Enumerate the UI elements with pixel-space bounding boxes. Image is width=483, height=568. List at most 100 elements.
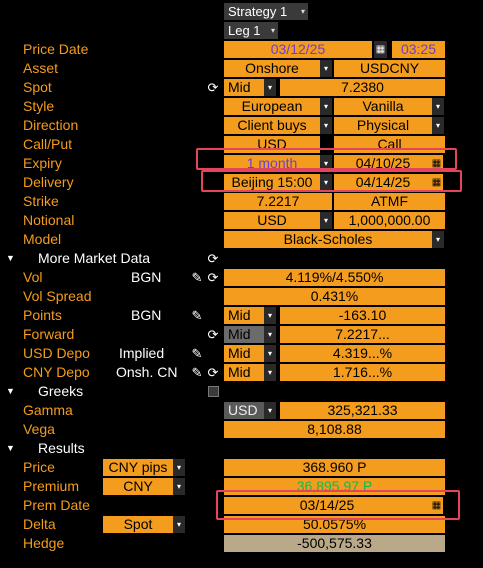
refresh-icon[interactable]: ⟳ — [206, 79, 220, 96]
cny-depo-value-field[interactable]: 1.716...% — [280, 364, 445, 381]
notional-label: Notional — [23, 212, 75, 228]
vol-spread-label: Vol Spread — [23, 288, 92, 304]
forward-label: Forward — [23, 326, 75, 342]
chevron-down-icon[interactable]: ▾ — [432, 98, 444, 115]
notional-amount-field[interactable]: 1,000,000.00 — [334, 212, 445, 229]
price-date-field[interactable]: 03/12/25 — [224, 41, 372, 58]
points-source: BGN — [131, 307, 162, 323]
model-select[interactable]: Black-Scholes — [224, 231, 432, 248]
gamma-value-field[interactable]: 325,321.33 — [280, 402, 445, 419]
strike-value-field[interactable]: 7.2217 — [224, 193, 332, 210]
results-title: Results — [38, 440, 85, 456]
chevron-down-icon[interactable]: ▾ — [264, 79, 276, 96]
chevron-down-icon[interactable]: ▾ — [173, 516, 185, 533]
vega-label: Vega — [23, 421, 55, 437]
pencil-icon[interactable]: ✎ — [190, 345, 204, 362]
forward-value-field[interactable]: 7.2217... — [280, 326, 445, 343]
chevron-down-icon[interactable]: ▾ — [320, 60, 332, 77]
chevron-down-icon[interactable]: ▾ — [320, 117, 332, 134]
row-notional: Notional USD ▾ 1,000,000.00 — [0, 211, 449, 230]
model-label: Model — [23, 231, 62, 247]
chevron-down-icon[interactable]: ▾ — [264, 345, 276, 362]
callput-label: Call/Put — [23, 136, 73, 152]
chevron-down-icon[interactable]: ▾ — [264, 307, 276, 324]
strike-label: Strike — [23, 193, 59, 209]
chevron-down-icon[interactable]: ▾ — [173, 459, 185, 476]
chevron-down-icon[interactable]: ▾ — [264, 402, 276, 419]
spot-side-select[interactable]: Mid — [224, 79, 264, 96]
row-vol: Vol BGN ✎ ⟳ 4.119%/4.550% — [0, 268, 449, 287]
row-style: Style European ▾ Vanilla ▾ — [0, 97, 449, 116]
settlement-select[interactable]: Physical — [334, 117, 432, 134]
notional-ccy-select[interactable]: USD — [224, 212, 320, 229]
forward-side-select[interactable]: Mid — [224, 326, 264, 343]
direction-select[interactable]: Client buys — [224, 117, 320, 134]
delivery-label: Delivery — [23, 174, 74, 190]
strike-ref-field[interactable]: ATMF — [334, 193, 445, 210]
chevron-down-icon[interactable]: ▾ — [432, 231, 444, 248]
expiry-label: Expiry — [23, 155, 62, 171]
chevron-down-icon[interactable]: ▾ — [264, 364, 276, 381]
points-value-field[interactable]: -163.10 — [280, 307, 445, 324]
vega-value-field[interactable]: 8,108.88 — [224, 421, 445, 438]
price-value-field[interactable]: 368.960 P — [224, 459, 445, 476]
premium-ccy-select[interactable]: CNY — [103, 478, 173, 495]
row-spot: Spot ⟳ Mid ▾ 7.2380 — [0, 78, 449, 97]
usd-depo-side-select[interactable]: Mid — [224, 345, 264, 362]
price-time-field[interactable]: 03:25 — [392, 41, 445, 58]
style-label: Style — [23, 98, 55, 114]
vol-spread-field[interactable]: 0.431% — [224, 288, 445, 305]
premium-label: Premium — [23, 478, 80, 494]
collapse-icon[interactable]: ▼ — [6, 443, 15, 453]
section-results[interactable]: ▼ Results — [0, 439, 449, 458]
vol-value-field[interactable]: 4.119%/4.550% — [224, 269, 445, 286]
pencil-icon[interactable]: ✎ — [190, 307, 204, 324]
option-kind-select[interactable]: Vanilla — [334, 98, 432, 115]
gamma-ccy-select[interactable]: USD — [224, 402, 264, 419]
expiry-highlight-box — [196, 148, 457, 170]
section-market-data[interactable]: ▼ More Market Data ⟳ — [0, 249, 449, 268]
prem-date-label: Prem Date — [23, 497, 90, 513]
refresh-icon[interactable]: ⟳ — [206, 250, 220, 267]
usd-depo-value-field[interactable]: 4.319...% — [280, 345, 445, 362]
section-greeks[interactable]: ▼ Greeks — [0, 382, 449, 401]
chevron-down-icon: ▾ — [300, 7, 305, 16]
row-asset: Asset Onshore ▾ USDCNY — [0, 59, 449, 78]
collapse-icon[interactable]: ▼ — [6, 253, 15, 263]
chevron-down-icon[interactable]: ▾ — [173, 478, 185, 495]
delta-label: Delta — [23, 516, 56, 532]
points-side-select[interactable]: Mid — [224, 307, 264, 324]
greeks-checkbox[interactable] — [208, 386, 219, 397]
row-direction: Direction Client buys ▾ Physical ▾ — [0, 116, 449, 135]
exercise-select[interactable]: European — [224, 98, 320, 115]
pencil-icon[interactable]: ✎ — [190, 364, 204, 381]
row-hedge: Hedge -500,575.33 — [0, 534, 449, 553]
leg-select[interactable]: Leg 1 ▾ — [224, 22, 278, 39]
price-unit-select[interactable]: CNY pips — [103, 459, 173, 476]
delta-type-select[interactable]: Spot — [103, 516, 173, 533]
usd-depo-source: Implied — [119, 345, 165, 361]
refresh-icon[interactable]: ⟳ — [206, 364, 220, 381]
strategy-select[interactable]: Strategy 1 ▾ — [224, 3, 308, 20]
cny-depo-side-select[interactable]: Mid — [224, 364, 264, 381]
pencil-icon[interactable]: ✎ — [190, 269, 204, 286]
spot-value-field[interactable]: 7.2380 — [280, 79, 445, 96]
row-forward: Forward ⟳ Mid ▾ 7.2217... — [0, 325, 449, 344]
row-gamma: Gamma USD ▾ 325,321.33 — [0, 401, 449, 420]
chevron-down-icon[interactable]: ▾ — [320, 212, 332, 229]
prem-date-highlight-box — [216, 490, 460, 520]
collapse-icon[interactable]: ▼ — [6, 386, 15, 396]
chevron-down-icon[interactable]: ▾ — [320, 98, 332, 115]
calendar-icon[interactable]: ▦ — [374, 41, 387, 58]
asset-pair-field[interactable]: USDCNY — [334, 60, 445, 77]
refresh-icon[interactable]: ⟳ — [206, 269, 220, 286]
row-vega: Vega 8,108.88 — [0, 420, 449, 439]
asset-type-select[interactable]: Onshore — [224, 60, 320, 77]
chevron-down-icon[interactable]: ▾ — [264, 326, 276, 343]
chevron-down-icon[interactable]: ▾ — [432, 117, 444, 134]
row-strike: Strike 7.2217 ATMF — [0, 192, 449, 211]
row-cny-depo: CNY Depo Onsh. CN ✎ ⟳ Mid ▾ 1.716...% — [0, 363, 449, 382]
refresh-icon[interactable]: ⟳ — [206, 326, 220, 343]
row-model: Model Black-Scholes ▾ — [0, 230, 449, 249]
price-label: Price — [23, 459, 55, 475]
